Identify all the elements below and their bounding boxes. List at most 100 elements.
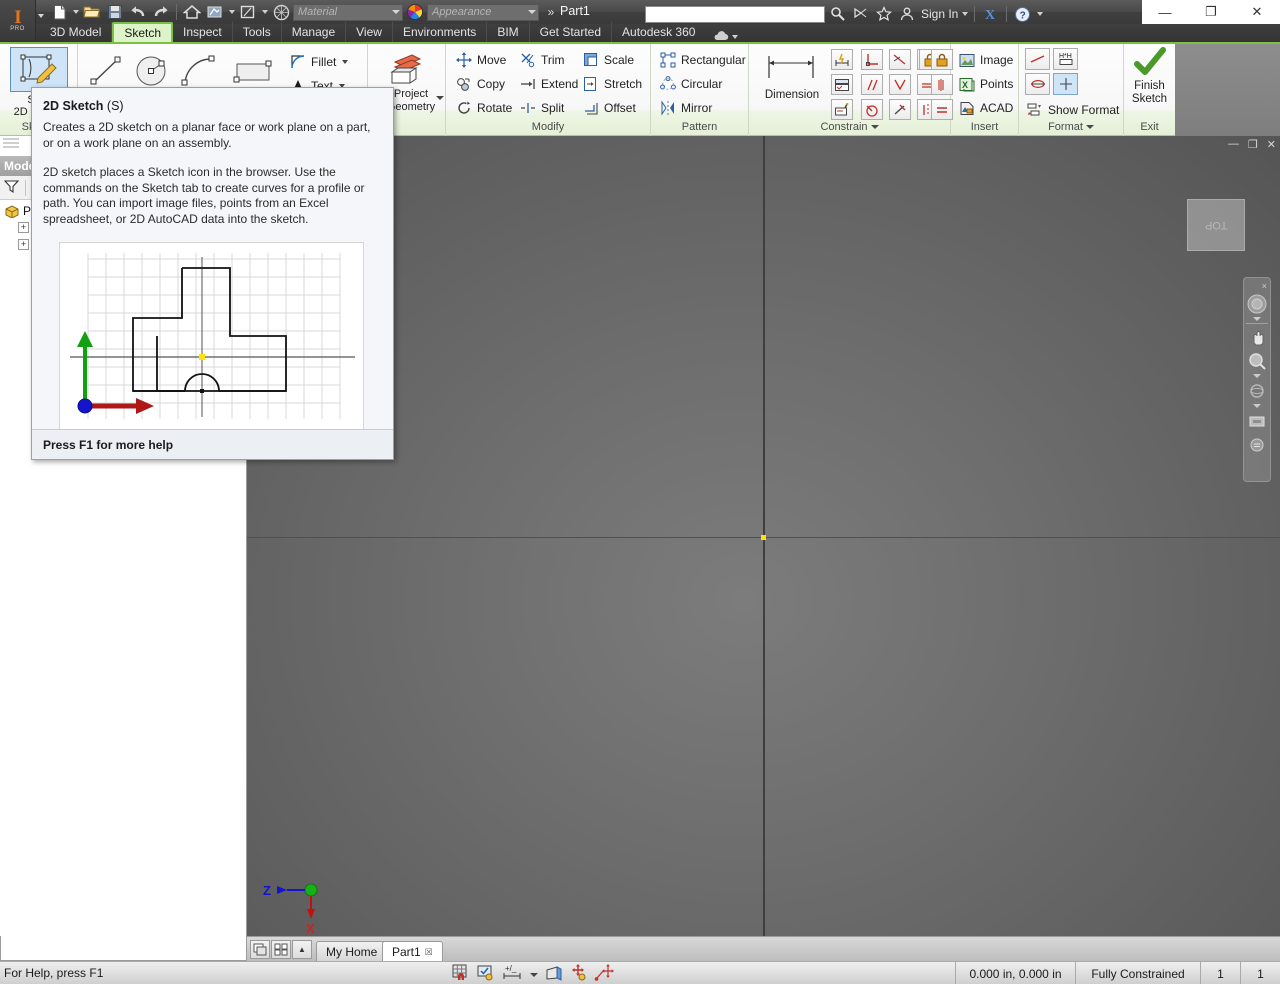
canvas-restore-button[interactable]: ❐ bbox=[1248, 138, 1258, 151]
tab-environments[interactable]: Environments bbox=[393, 22, 488, 42]
split-button[interactable]: Split bbox=[516, 96, 567, 120]
navbar-close-icon[interactable]: × bbox=[1244, 281, 1270, 291]
restore-button[interactable]: ❐ bbox=[1188, 0, 1234, 24]
fillet-tool-button[interactable]: Fillet bbox=[286, 50, 351, 74]
equal-lines-icon[interactable] bbox=[931, 74, 953, 95]
navbar-options-icon[interactable] bbox=[1245, 434, 1269, 456]
chevron-down-icon-2[interactable] bbox=[526, 10, 538, 14]
search-icon[interactable] bbox=[827, 4, 848, 24]
scale-button[interactable]: Scale bbox=[579, 48, 637, 72]
help-dropdown-icon[interactable] bbox=[1035, 3, 1044, 25]
tree-expander-view[interactable]: + bbox=[18, 222, 29, 233]
coincident-icon[interactable] bbox=[889, 49, 911, 70]
slice-graphics-icon[interactable] bbox=[544, 964, 564, 984]
minimize-button[interactable]: — bbox=[1142, 0, 1188, 24]
new-file-dropdown-icon[interactable] bbox=[71, 1, 80, 23]
format-dropdown-icon[interactable] bbox=[1085, 124, 1094, 129]
trim-button[interactable]: Trim bbox=[516, 48, 568, 72]
save-icon[interactable] bbox=[104, 1, 126, 23]
snap-to-grid-icon[interactable] bbox=[452, 964, 471, 984]
dimension-input-dropdown-icon[interactable] bbox=[530, 972, 538, 977]
favorites-star-icon[interactable] bbox=[873, 4, 894, 24]
equal-icon[interactable] bbox=[931, 99, 953, 120]
smooth-icon[interactable] bbox=[861, 99, 883, 120]
show-constraints-icon[interactable] bbox=[831, 99, 853, 120]
tab-inspect[interactable]: Inspect bbox=[173, 22, 233, 42]
open-file-icon[interactable] bbox=[81, 1, 103, 23]
tab-tools[interactable]: Tools bbox=[233, 22, 282, 42]
vertical-icon[interactable] bbox=[889, 99, 911, 120]
tile-windows-icon[interactable] bbox=[271, 940, 291, 959]
center-point-icon[interactable] bbox=[1053, 73, 1078, 95]
centerline-icon[interactable] bbox=[1025, 73, 1050, 95]
driven-dimension-icon[interactable]: H*H bbox=[1053, 48, 1078, 70]
extend-button[interactable]: Extend bbox=[516, 72, 581, 96]
filter-icon[interactable] bbox=[3, 179, 20, 197]
pan-icon[interactable] bbox=[1245, 326, 1269, 348]
tab-autodesk-360[interactable]: Autodesk 360 bbox=[612, 22, 705, 42]
look-at-icon[interactable] bbox=[1245, 410, 1269, 432]
rectangular-pattern-button[interactable]: Rectangular bbox=[656, 48, 749, 72]
constrain-dropdown-icon[interactable] bbox=[870, 124, 879, 129]
help-icon[interactable]: ? bbox=[1012, 4, 1033, 24]
orbit-dropdown-icon[interactable] bbox=[1253, 404, 1261, 408]
canvas-minimize-button[interactable]: — bbox=[1228, 138, 1239, 151]
inventor-logo[interactable]: I PRO bbox=[0, 0, 36, 40]
mirror-button[interactable]: Mirror bbox=[656, 96, 715, 120]
tab-get-started[interactable]: Get Started bbox=[530, 22, 613, 42]
project-geometry-dropdown-icon[interactable] bbox=[436, 96, 444, 100]
new-file-icon[interactable] bbox=[48, 1, 70, 23]
tab-3d-model[interactable]: 3D Model bbox=[40, 22, 113, 42]
zoom-icon[interactable] bbox=[1245, 350, 1269, 372]
offset-button[interactable]: Offset bbox=[579, 96, 639, 120]
circular-pattern-button[interactable]: Circular bbox=[656, 72, 725, 96]
steering-wheel-icon[interactable] bbox=[1245, 293, 1269, 315]
canvas-close-button[interactable]: ✕ bbox=[1267, 138, 1276, 151]
undo-icon[interactable] bbox=[127, 1, 149, 23]
constraint-settings-icon[interactable] bbox=[831, 74, 853, 95]
stretch-button[interactable]: Stretch bbox=[579, 72, 645, 96]
tangent-icon[interactable] bbox=[889, 74, 911, 95]
orbit-icon[interactable] bbox=[1245, 380, 1269, 402]
application-menu-caret-icon[interactable] bbox=[38, 14, 44, 18]
insert-image-button[interactable]: Image bbox=[955, 48, 1016, 72]
relax-mode-icon[interactable] bbox=[594, 964, 614, 984]
material-selector[interactable]: Material bbox=[293, 3, 403, 21]
sign-in-button[interactable]: Sign In bbox=[921, 7, 958, 21]
appearance-sphere-icon[interactable] bbox=[270, 1, 292, 23]
home-icon[interactable] bbox=[181, 1, 203, 23]
copy-button[interactable]: Copy bbox=[452, 72, 508, 96]
insert-acad-button[interactable]: ACAD bbox=[955, 96, 1016, 120]
close-button[interactable]: ✕ bbox=[1234, 0, 1280, 24]
tab-bim[interactable]: BIM bbox=[487, 22, 530, 42]
chevron-down-icon[interactable] bbox=[390, 10, 402, 14]
sign-in-dropdown-icon[interactable] bbox=[960, 3, 969, 25]
cloud-status-button[interactable] bbox=[705, 31, 746, 42]
update-dropdown-icon[interactable] bbox=[260, 1, 269, 23]
tab-sketch[interactable]: Sketch bbox=[112, 22, 174, 42]
auto-dimension-icon[interactable] bbox=[831, 49, 853, 70]
more-commands-button[interactable]: » bbox=[540, 1, 562, 23]
satellite-icon[interactable] bbox=[850, 4, 871, 24]
perpendicular-icon[interactable] bbox=[861, 49, 883, 70]
search-input[interactable] bbox=[645, 5, 825, 23]
dimension-button[interactable]: Dimension bbox=[757, 50, 827, 101]
update-icon[interactable] bbox=[237, 1, 259, 23]
return-dropdown-icon[interactable] bbox=[227, 1, 236, 23]
graphics-canvas[interactable]: — ❐ ✕ TOP × Z X bbox=[247, 136, 1280, 936]
view-cube[interactable]: TOP bbox=[1187, 199, 1245, 251]
exchange-x-icon[interactable]: X bbox=[980, 4, 1001, 24]
user-icon[interactable] bbox=[896, 4, 917, 24]
sketch-origin-point[interactable] bbox=[761, 535, 766, 540]
insert-points-button[interactable]: X Points bbox=[955, 72, 1016, 96]
redo-icon[interactable] bbox=[150, 1, 172, 23]
move-button[interactable]: Move bbox=[452, 48, 509, 72]
construction-line-icon[interactable] bbox=[1025, 48, 1050, 70]
cascade-windows-icon[interactable] bbox=[250, 940, 270, 959]
select-icon[interactable] bbox=[570, 964, 588, 984]
lock-icon[interactable] bbox=[931, 49, 953, 70]
tab-scroll-up-button[interactable]: ▲ bbox=[292, 940, 312, 959]
zoom-dropdown-icon[interactable] bbox=[1253, 374, 1261, 378]
finish-sketch-button[interactable] bbox=[1133, 47, 1167, 82]
appearance-color-wheel-icon[interactable] bbox=[404, 1, 426, 23]
